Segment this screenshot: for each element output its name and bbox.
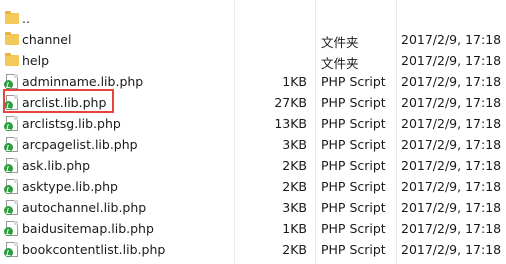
file-name: asktype.lib.php [22,179,118,194]
php-file-icon [4,179,19,194]
file-name: autochannel.lib.php [22,200,147,215]
file-type: PHP Script [321,242,386,257]
file-date: 2017/2/9, 17:18 [401,95,502,110]
file-size: 3KB [282,200,307,215]
file-date: 2017/2/9, 17:18 [401,74,502,89]
file-size: 2KB [282,242,307,257]
file-type: PHP Script [321,179,386,194]
file-date: 2017/2/9, 17:18 [401,200,502,215]
php-file-icon [4,158,19,173]
file-date: 2017/2/9, 17:18 [401,179,502,194]
file-type: PHP Script [321,95,386,110]
php-file-icon [4,200,19,215]
php-file-icon [4,137,19,152]
file-row[interactable]: arcpagelist.lib.php 3KB PHP Script 2017/… [0,134,506,155]
file-date: 2017/2/9, 17:18 [401,116,502,131]
file-name: .. [22,11,30,26]
file-size: 2KB [282,179,307,194]
file-name: ask.lib.php [22,158,91,173]
file-date: 2017/2/9, 17:18 [401,32,502,47]
file-type: 文件夹 [321,56,359,71]
file-type: PHP Script [321,158,386,173]
file-type: PHP Script [321,137,386,152]
file-size: 1KB [282,74,307,89]
file-row[interactable]: baidusitemap.lib.php 1KB PHP Script 2017… [0,218,506,239]
php-file-icon [4,221,19,236]
file-size: 3KB [282,137,307,152]
file-list: .. channel 文件夹 2017/2/9, 17:18 help 文件夹 … [0,0,506,264]
file-date: 2017/2/9, 17:18 [401,242,502,257]
folder-icon [5,11,19,26]
file-name: bookcontentlist.lib.php [22,242,166,257]
file-size: 2KB [282,158,307,173]
file-row[interactable]: help 文件夹 2017/2/9, 17:18 [0,50,506,71]
file-name: channel [22,32,72,47]
file-type: PHP Script [321,74,386,89]
file-row[interactable]: bookcontentlist.lib.php 2KB PHP Script 2… [0,239,506,260]
file-row[interactable]: autochannel.lib.php 3KB PHP Script 2017/… [0,197,506,218]
php-file-icon [4,242,19,257]
file-row[interactable]: arclistsg.lib.php 13KB PHP Script 2017/2… [0,113,506,134]
file-date: 2017/2/9, 17:18 [401,137,502,152]
file-name: help [22,53,50,68]
file-name: arclistsg.lib.php [22,116,121,131]
highlight-box [3,89,114,113]
php-file-icon [4,74,19,89]
file-size: 13KB [274,116,307,131]
file-type: PHP Script [321,221,386,236]
file-row[interactable]: asktype.lib.php 2KB PHP Script 2017/2/9,… [0,176,506,197]
file-row-parent[interactable]: .. [0,8,506,29]
file-date: 2017/2/9, 17:18 [401,53,502,68]
file-type: PHP Script [321,116,386,131]
file-type: 文件夹 [321,35,359,50]
file-size: 1KB [282,221,307,236]
file-name: adminname.lib.php [22,74,144,89]
php-file-icon [4,116,19,131]
file-name: arcpagelist.lib.php [22,137,138,152]
folder-icon [5,32,19,47]
file-row[interactable]: channel 文件夹 2017/2/9, 17:18 [0,29,506,50]
file-date: 2017/2/9, 17:18 [401,158,502,173]
file-row[interactable]: ask.lib.php 2KB PHP Script 2017/2/9, 17:… [0,155,506,176]
folder-icon [5,53,19,68]
file-date: 2017/2/9, 17:18 [401,221,502,236]
file-size: 27KB [274,95,307,110]
file-name: baidusitemap.lib.php [22,221,154,236]
file-type: PHP Script [321,200,386,215]
